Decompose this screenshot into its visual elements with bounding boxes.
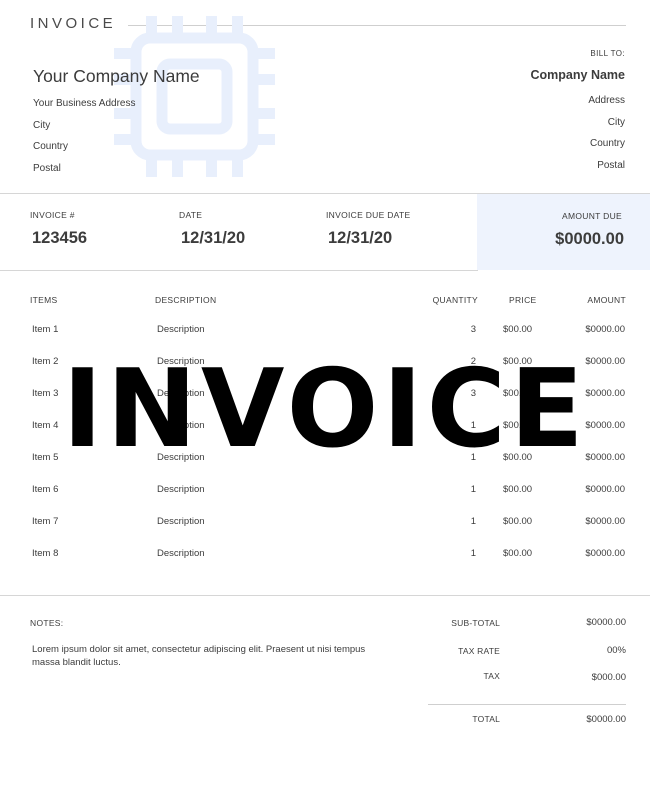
invoice-heading: INVOICE bbox=[30, 15, 117, 32]
item-description: Description bbox=[157, 548, 205, 559]
quantity-column-header: QUANTITY bbox=[432, 295, 478, 305]
client-address: Address bbox=[588, 95, 625, 106]
notes-text: Lorem ipsum dolor sit amet, consectetur … bbox=[32, 644, 366, 668]
table-row: Item 8 Description 1 $00.00 $0000.00 bbox=[0, 548, 650, 580]
invoice-page: INVOICE Your Company Name Your Business … bbox=[0, 0, 650, 800]
item-price: $00.00 bbox=[503, 324, 533, 335]
client-country: Country bbox=[589, 138, 625, 149]
due-date-label: INVOICE DUE DATE bbox=[326, 210, 411, 220]
total-label: TOTAL bbox=[472, 714, 500, 724]
description-column-header: DESCRIPTION bbox=[155, 295, 217, 305]
amount-due-label: AMOUNT DUE bbox=[562, 211, 622, 221]
item-amount: $0000.00 bbox=[585, 548, 625, 559]
amount-column-header: AMOUNT bbox=[587, 295, 626, 305]
amount-due-value: $0000.00 bbox=[555, 230, 624, 248]
item-description: Description bbox=[157, 324, 205, 335]
invoice-overlay-title: INVOICE bbox=[62, 347, 588, 472]
item-price: $00.00 bbox=[503, 516, 533, 527]
notes-label: NOTES: bbox=[30, 618, 64, 628]
tax-value: $000.00 bbox=[591, 672, 626, 683]
total-divider bbox=[428, 704, 626, 705]
invoice-number-label: INVOICE # bbox=[30, 210, 75, 220]
client-postal: Postal bbox=[597, 159, 625, 171]
item-name: Item 7 bbox=[32, 516, 59, 527]
item-name: Item 6 bbox=[32, 484, 59, 495]
item-amount: $0000.00 bbox=[585, 484, 625, 495]
sender-block: Your Company Name Your Business Address … bbox=[33, 66, 200, 183]
due-date: 12/31/20 bbox=[328, 229, 393, 247]
sender-company-name: Your Company Name bbox=[33, 66, 200, 86]
bill-to-label: BILL TO: bbox=[590, 49, 625, 58]
item-price: $00.00 bbox=[503, 484, 533, 495]
invoice-number: 123456 bbox=[32, 229, 88, 247]
sender-address: Your Business Address bbox=[33, 98, 136, 109]
item-price: $00.00 bbox=[503, 548, 533, 559]
sender-city: City bbox=[33, 119, 51, 131]
subtotal-value: $0000.00 bbox=[586, 617, 626, 628]
client-city: City bbox=[607, 116, 625, 128]
table-row: Item 6 Description 1 $00.00 $0000.00 bbox=[0, 484, 650, 516]
tax-rate-value: 00% bbox=[606, 645, 626, 656]
invoice-date: 12/31/20 bbox=[181, 229, 246, 247]
bill-to-block: BILL TO: Company Name Address City Count… bbox=[531, 49, 625, 180]
subtotal-label: SUB-TOTAL bbox=[451, 618, 500, 628]
table-row: Item 7 Description 1 $00.00 $0000.00 bbox=[0, 516, 650, 548]
total-value: $0000.00 bbox=[586, 714, 626, 725]
item-description: Description bbox=[157, 516, 205, 527]
item-quantity: 1 bbox=[470, 548, 476, 559]
item-name: Item 1 bbox=[32, 324, 59, 335]
item-description: Description bbox=[157, 484, 205, 495]
table-bottom-divider bbox=[0, 595, 650, 596]
items-column-header: ITEMS bbox=[30, 295, 58, 305]
item-name: Item 8 bbox=[32, 548, 59, 559]
tax-label: TAX bbox=[483, 671, 500, 681]
tax-rate-label: TAX RATE bbox=[458, 646, 500, 656]
sender-postal: Postal bbox=[33, 162, 61, 174]
item-quantity: 3 bbox=[470, 324, 476, 335]
item-quantity: 1 bbox=[470, 516, 476, 527]
price-column-header: PRICE bbox=[509, 295, 537, 305]
client-company-name: Company Name bbox=[530, 68, 625, 82]
date-label: DATE bbox=[179, 210, 203, 220]
item-quantity: 1 bbox=[470, 484, 476, 495]
sender-country: Country bbox=[33, 141, 69, 152]
info-band-bottom-divider bbox=[0, 270, 478, 271]
item-amount: $0000.00 bbox=[585, 516, 625, 527]
item-amount: $0000.00 bbox=[585, 324, 625, 335]
